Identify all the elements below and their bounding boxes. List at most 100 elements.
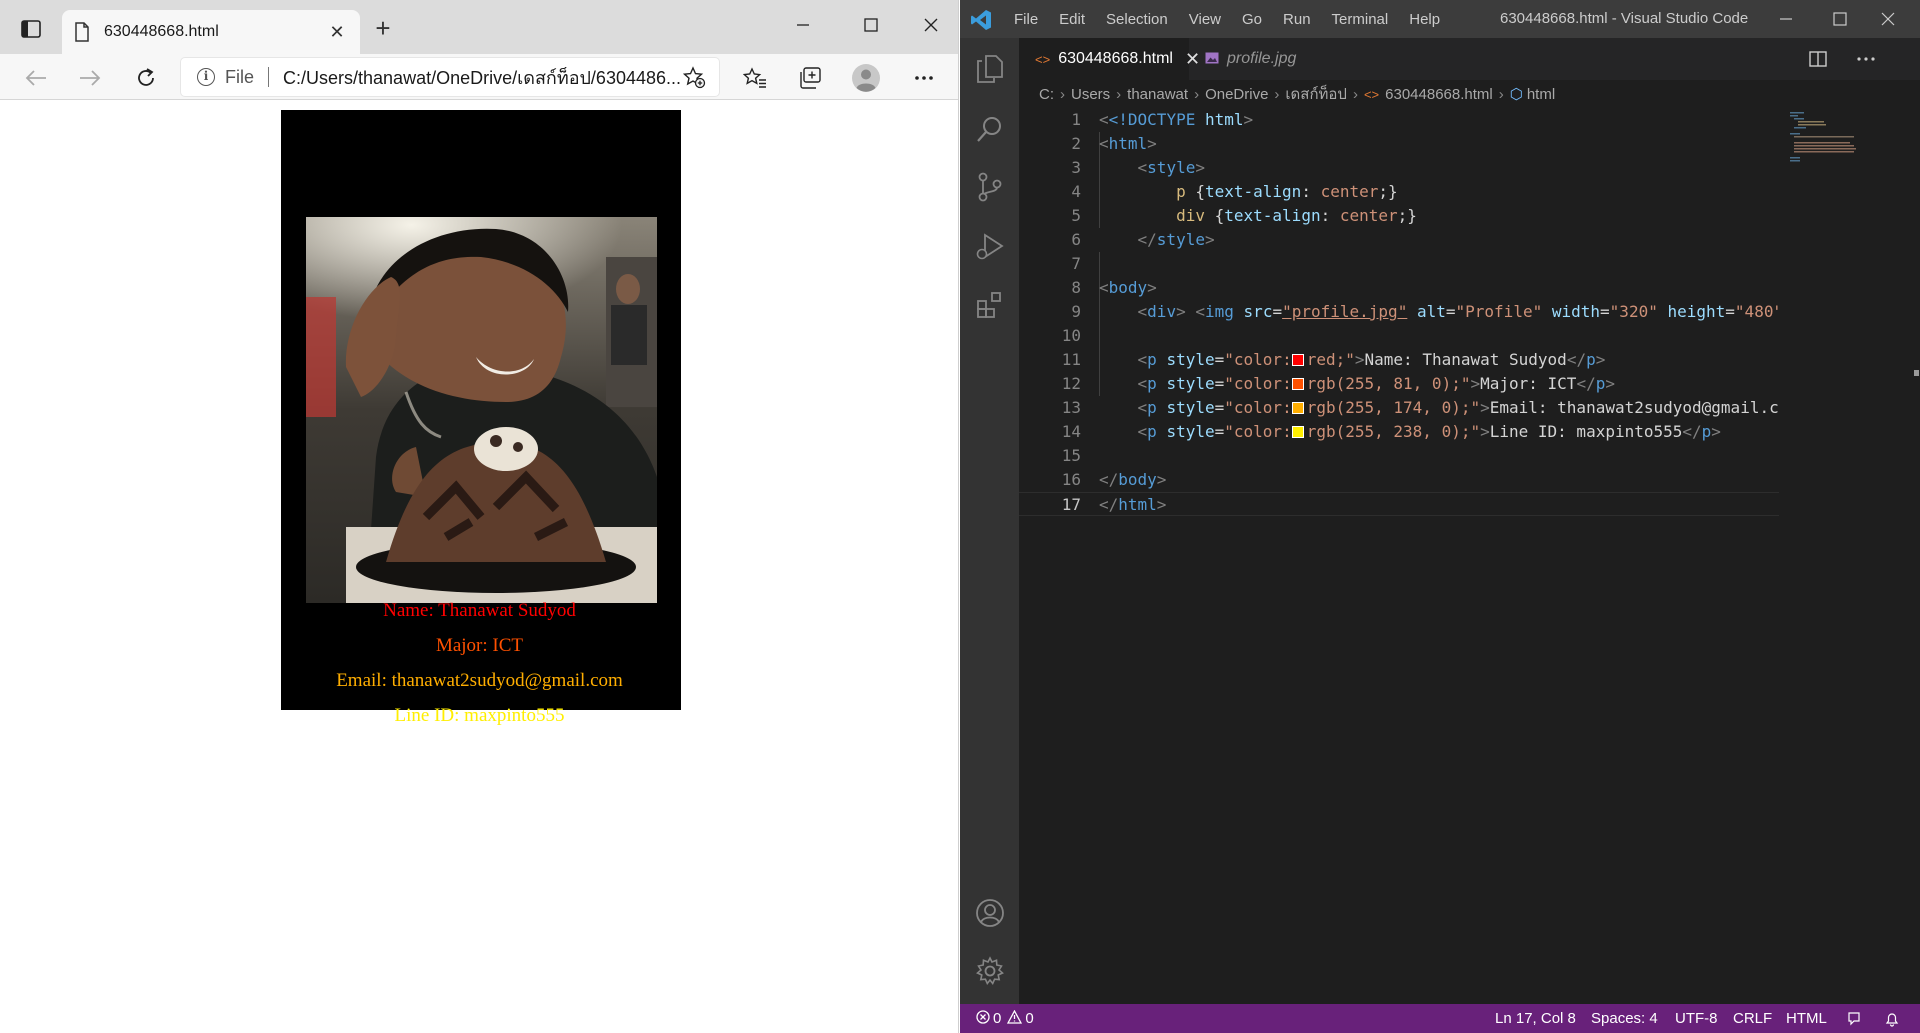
minimize-icon[interactable] bbox=[780, 10, 826, 40]
breadcrumb-item[interactable]: เดสก์ท็อป bbox=[1285, 82, 1347, 106]
close-tab-icon[interactable]: ✕ bbox=[326, 22, 348, 43]
line-number: 1 bbox=[1071, 110, 1081, 129]
maximize-icon[interactable] bbox=[848, 10, 894, 40]
menu-terminal[interactable]: Terminal bbox=[1332, 11, 1389, 28]
status-bar: 0 0 Ln 17, Col 8 Spaces: 4 UTF-8 CRLF HT… bbox=[960, 1004, 1920, 1033]
line-number: 14 bbox=[1061, 422, 1081, 441]
search-icon[interactable] bbox=[973, 112, 1007, 146]
menu-edit[interactable]: Edit bbox=[1059, 11, 1085, 28]
code-token: style bbox=[1166, 374, 1215, 393]
code-token: "320" bbox=[1609, 302, 1658, 321]
minimize-icon[interactable] bbox=[1764, 4, 1808, 34]
vertical-scrollbar[interactable] bbox=[1914, 108, 1919, 1004]
new-tab-button[interactable]: + bbox=[368, 14, 398, 44]
line-number: 13 bbox=[1061, 398, 1081, 417]
code-line: 1 <<!DOCTYPE html> bbox=[1019, 108, 1779, 132]
split-editor-icon[interactable] bbox=[1805, 46, 1831, 72]
code-token: red;" bbox=[1306, 350, 1355, 369]
code-token: p bbox=[1147, 350, 1157, 369]
close-window-icon[interactable] bbox=[908, 10, 954, 40]
line-number: 12 bbox=[1061, 374, 1081, 393]
code-line: 13 <p style="color: rgb(255, 174, 0);">Em… bbox=[1019, 396, 1779, 420]
code-token: width bbox=[1551, 302, 1601, 321]
code-token: height bbox=[1667, 302, 1726, 321]
breadcrumb-item[interactable]: html bbox=[1527, 86, 1555, 103]
cursor-position[interactable]: Ln 17, Col 8 bbox=[1495, 1004, 1576, 1033]
profile-icon[interactable] bbox=[850, 62, 882, 94]
collections-icon[interactable] bbox=[794, 62, 826, 94]
editor-tab-html[interactable]: <> 630448668.html ✕ bbox=[1019, 38, 1200, 80]
color-swatch[interactable] bbox=[1291, 354, 1304, 366]
feedback-icon[interactable] bbox=[1846, 1004, 1862, 1033]
breadcrumb-item[interactable]: thanawat bbox=[1127, 86, 1188, 103]
browser-tab[interactable]: 630448668.html ✕ bbox=[62, 10, 360, 54]
code-token: p bbox=[1176, 182, 1186, 201]
run-debug-icon[interactable] bbox=[973, 230, 1007, 264]
problems-indicator[interactable]: 0 0 bbox=[976, 1004, 1034, 1033]
menu-file[interactable]: File bbox=[1014, 11, 1038, 28]
menu-help[interactable]: Help bbox=[1409, 11, 1440, 28]
menu-selection[interactable]: Selection bbox=[1106, 11, 1168, 28]
favorites-icon[interactable] bbox=[739, 62, 771, 94]
breadcrumb-item[interactable]: Users bbox=[1071, 86, 1110, 103]
end-of-line[interactable]: CRLF bbox=[1733, 1004, 1772, 1033]
encoding[interactable]: UTF-8 bbox=[1675, 1004, 1718, 1033]
notifications-icon[interactable] bbox=[1885, 1004, 1899, 1033]
browser-window: 630448668.html ✕ + i File C:/Users/thana… bbox=[0, 0, 959, 1033]
line-number: 16 bbox=[1061, 470, 1081, 489]
tab-title: 630448668.html bbox=[104, 23, 219, 40]
refresh-icon[interactable] bbox=[130, 62, 162, 94]
editor-tabs: <> 630448668.html ✕ profile.jpg bbox=[1019, 38, 1920, 80]
more-actions-icon[interactable] bbox=[1853, 46, 1879, 72]
line-number: 2 bbox=[1071, 134, 1081, 153]
code-token: html bbox=[1108, 134, 1148, 153]
element-symbol-icon: ⬡ bbox=[1509, 86, 1523, 103]
accounts-icon[interactable] bbox=[973, 896, 1007, 930]
code-token: p bbox=[1595, 374, 1606, 393]
line-number: 8 bbox=[1071, 278, 1081, 297]
maximize-icon[interactable] bbox=[1818, 4, 1862, 34]
code-line: 15 bbox=[1019, 444, 1779, 468]
menu-run[interactable]: Run bbox=[1283, 11, 1311, 28]
code-line: 6 </style> bbox=[1019, 228, 1779, 252]
indentation[interactable]: Spaces: 4 bbox=[1591, 1004, 1658, 1033]
vscode-menubar: File Edit Selection View Go Run Terminal… bbox=[1014, 0, 1461, 38]
menu-view[interactable]: View bbox=[1189, 11, 1221, 28]
editor-tab-image[interactable]: profile.jpg bbox=[1189, 38, 1319, 80]
address-bar[interactable]: i File C:/Users/thanawat/OneDrive/เดสก์ท… bbox=[181, 58, 719, 96]
color-swatch[interactable] bbox=[1291, 402, 1304, 414]
breadcrumb-item[interactable]: OneDrive bbox=[1205, 86, 1268, 103]
tab-actions-icon[interactable] bbox=[14, 14, 48, 44]
add-favorite-icon[interactable] bbox=[679, 62, 711, 94]
breadcrumb-item[interactable]: 630448668.html bbox=[1385, 86, 1493, 103]
code-token: rgb(255, 238, 0);" bbox=[1306, 422, 1481, 441]
close-window-icon[interactable] bbox=[1866, 4, 1910, 34]
explorer-icon[interactable] bbox=[973, 52, 1007, 86]
info-icon[interactable]: i bbox=[197, 68, 215, 86]
source-control-icon[interactable] bbox=[973, 170, 1007, 204]
code-token: Name: Thanawat Sudyod bbox=[1364, 350, 1567, 369]
breadcrumb-item[interactable]: C: bbox=[1039, 86, 1054, 103]
code-token: style bbox=[1147, 158, 1196, 177]
settings-gear-icon[interactable] bbox=[973, 954, 1007, 988]
code-token: style bbox=[1156, 230, 1205, 249]
extensions-icon[interactable] bbox=[973, 288, 1007, 322]
menu-go[interactable]: Go bbox=[1242, 11, 1262, 28]
address-url[interactable]: C:/Users/thanawat/OneDrive/เดสก์ท็อป/630… bbox=[283, 63, 719, 92]
more-icon[interactable] bbox=[908, 62, 940, 94]
color-swatch[interactable] bbox=[1291, 378, 1304, 390]
code-token[interactable]: "profile.jpg" bbox=[1282, 302, 1407, 321]
code-token: src bbox=[1243, 302, 1273, 321]
tab-label: profile.jpg bbox=[1227, 50, 1297, 67]
minimap[interactable] bbox=[1780, 108, 1860, 1004]
language-mode[interactable]: HTML bbox=[1786, 1004, 1827, 1033]
code-token: style bbox=[1166, 422, 1215, 441]
code-line: 16 </body> bbox=[1019, 468, 1779, 492]
code-line: 10 bbox=[1019, 324, 1779, 348]
line-number: 11 bbox=[1061, 350, 1081, 369]
forward-icon[interactable] bbox=[74, 62, 106, 94]
back-icon[interactable] bbox=[20, 62, 52, 94]
code-token: p bbox=[1147, 422, 1157, 441]
code-line: 3 <style> bbox=[1019, 156, 1779, 180]
color-swatch[interactable] bbox=[1291, 426, 1304, 438]
